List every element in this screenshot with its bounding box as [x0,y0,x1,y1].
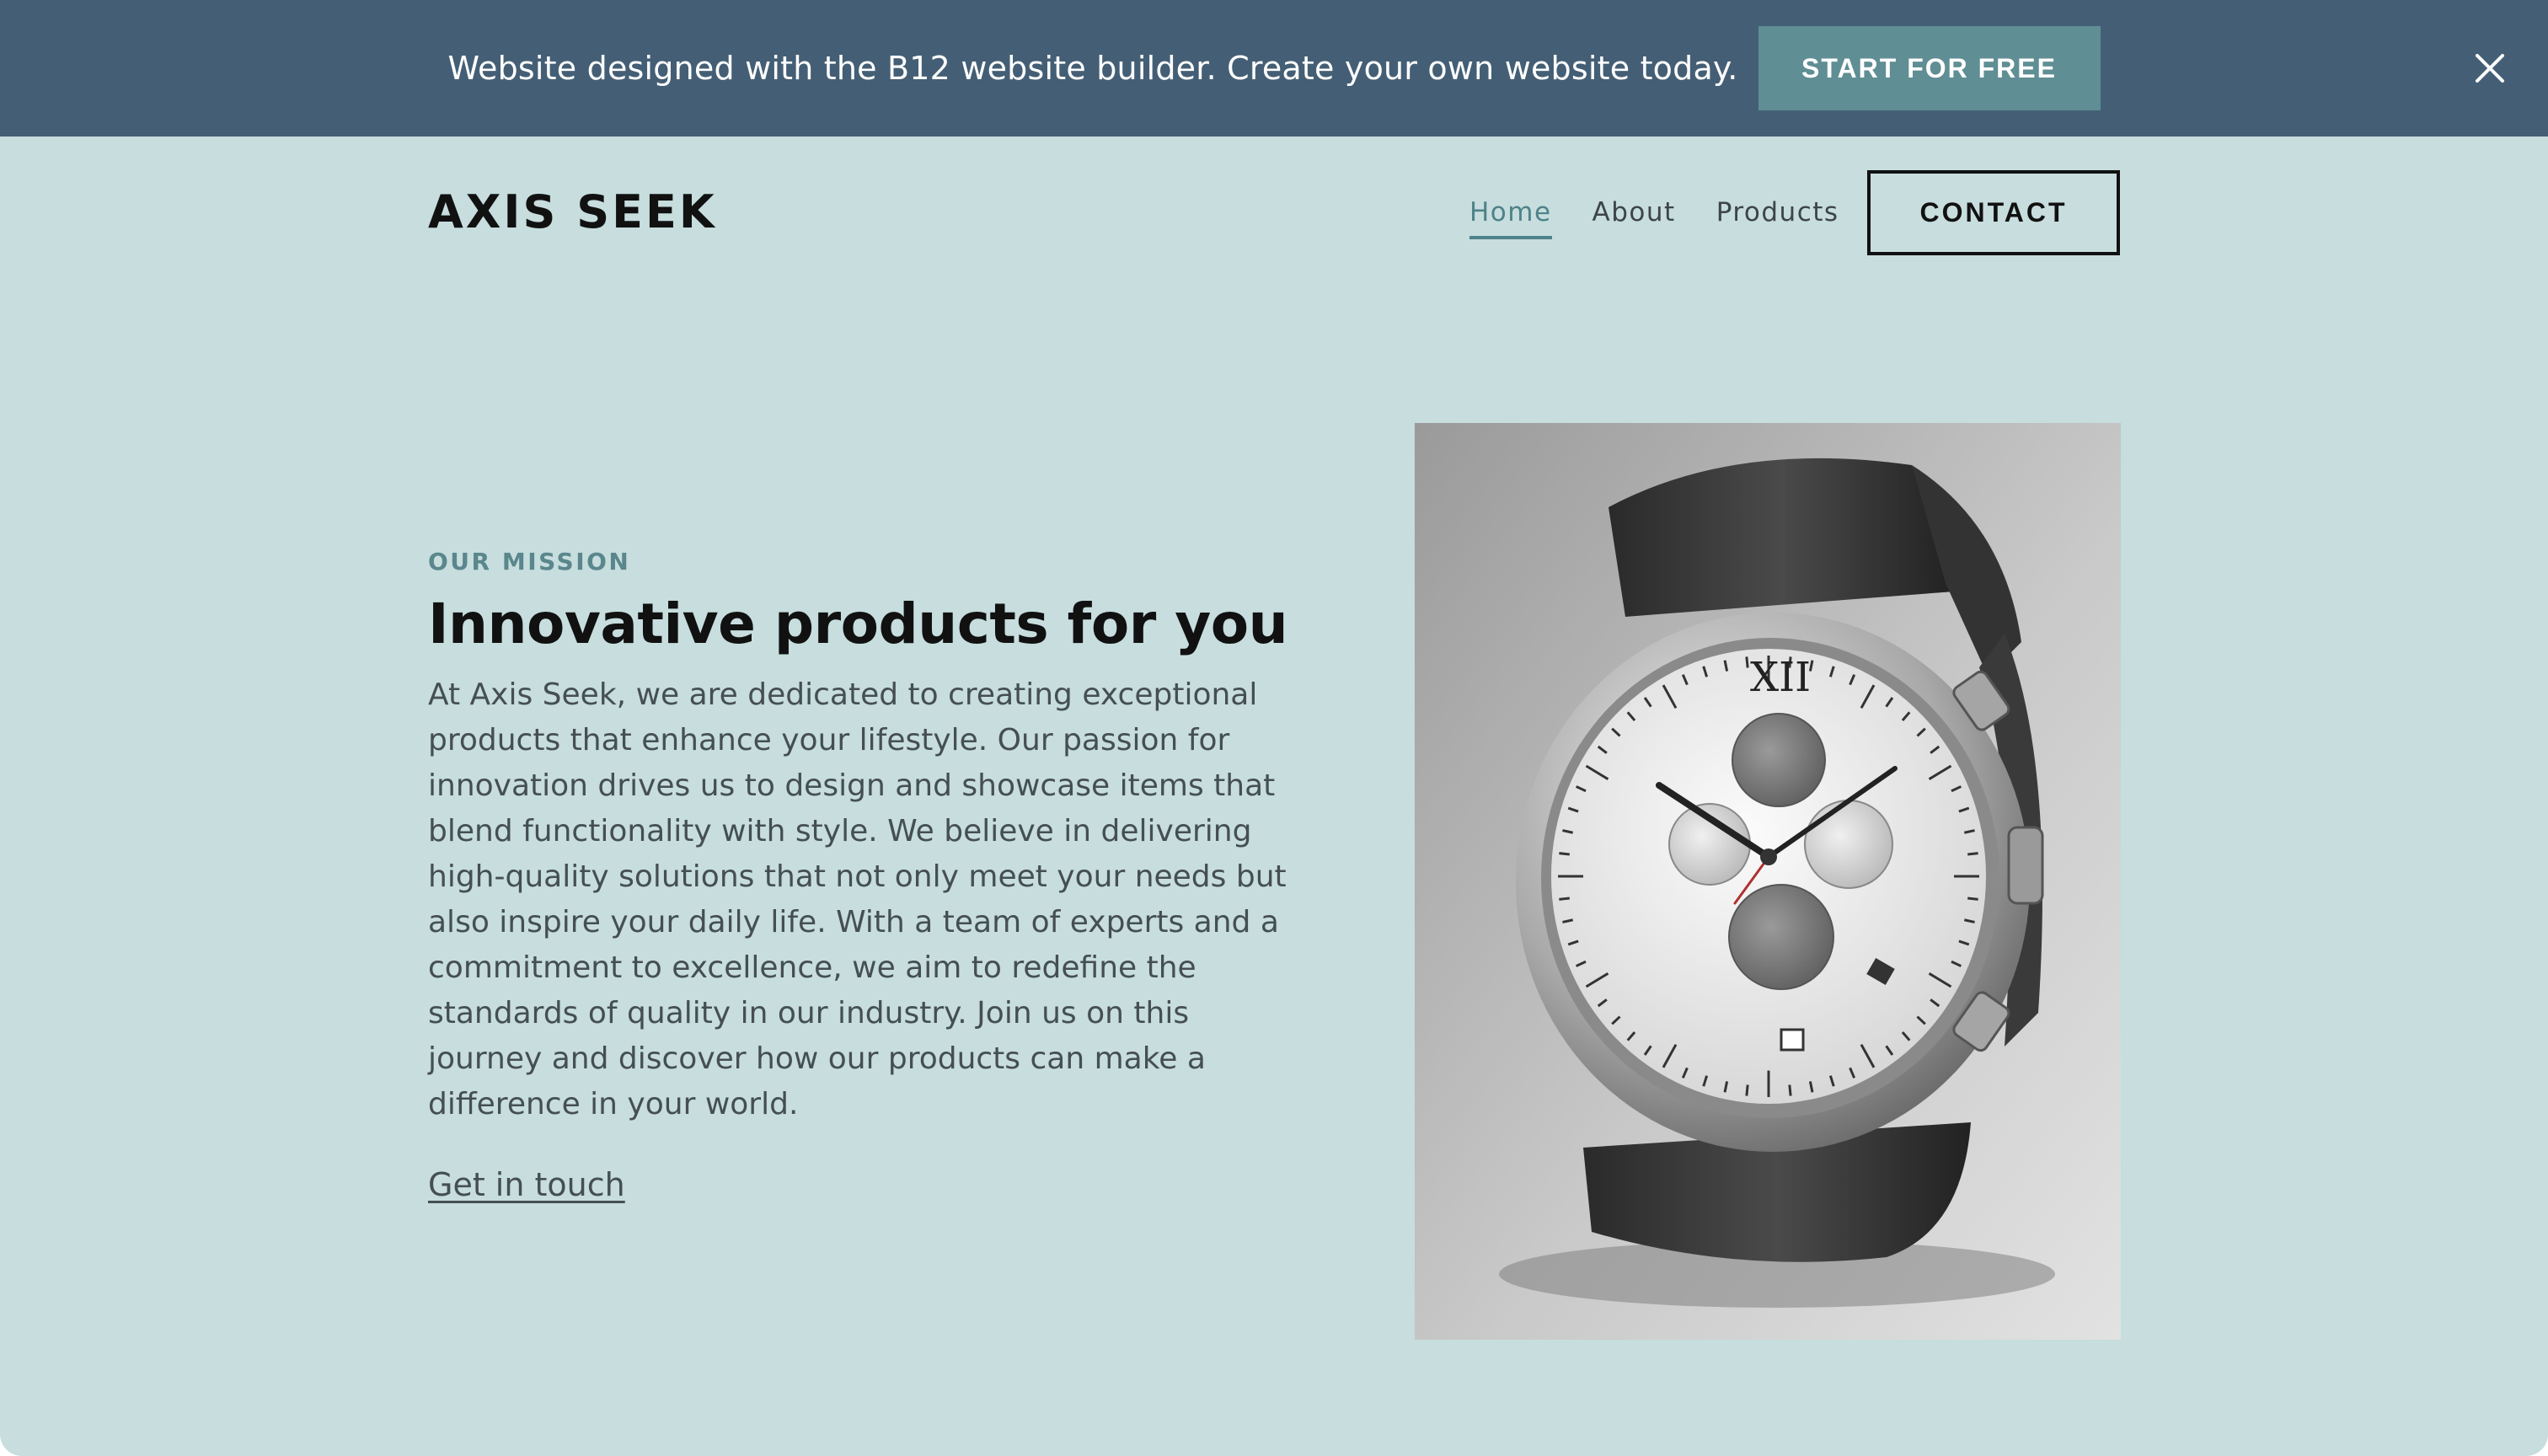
chronograph-watch-image: XII [1415,423,2121,1340]
nav-item-products[interactable]: Products [1716,197,1839,228]
hero-body: At Axis Seek, we are dedicated to creati… [428,677,1287,1121]
contact-button[interactable]: CONTACT [1867,170,2120,255]
page-body: AXIS SEEK Home About Products CONTACT OU… [0,136,2548,1456]
site-logo[interactable]: AXIS SEEK [428,185,717,238]
nav-item-home[interactable]: Home [1469,197,1552,239]
watch-tick [1559,897,1570,901]
main-nav: Home About Products [1469,197,1880,239]
close-icon[interactable] [2469,47,2511,89]
get-in-touch-link[interactable]: Get in touch [428,1166,625,1203]
start-for-free-button[interactable]: START FOR FREE [1758,26,2101,110]
watch-numeral-xii: XII [1750,654,1811,701]
watch-tick [1745,1084,1749,1096]
watch-tick [1745,656,1749,668]
watch-tick [1967,897,1978,901]
promo-text: Website designed with the B12 website bu… [447,50,1738,87]
watch-tick [1788,1084,1792,1096]
hero-title: Innovative products for you [428,592,1288,656]
nav-item-about[interactable]: About [1592,197,1676,228]
promo-banner: Website designed with the B12 website bu… [0,0,2548,136]
section-eyebrow: OUR MISSION [428,548,631,575]
